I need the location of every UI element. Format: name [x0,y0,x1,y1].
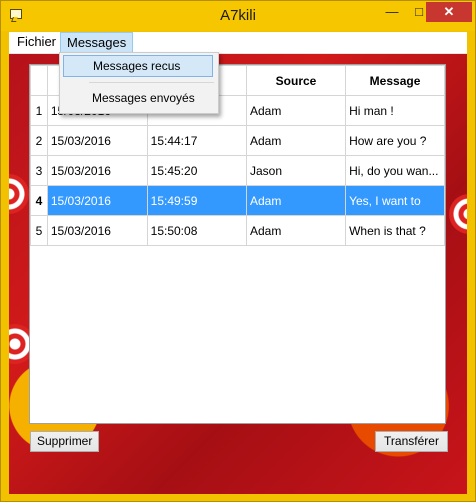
menu-messages[interactable]: Messages [60,32,134,53]
transfer-button[interactable]: Transférer [375,431,448,452]
messages-dropdown-menu: Messages recus Messages envoyés [59,52,219,114]
messages-grid[interactable]: Source Message 1 15/03/2016 Adam Hi man … [29,64,446,424]
menu-separator [89,82,214,83]
target-decoration [9,174,29,214]
time-cell[interactable]: 15:49:59 [146,185,247,216]
message-cell[interactable]: How are you ? [345,125,445,156]
app-window: A7kili — □ ✕ Fichier Messages Source Mes… [0,0,476,502]
table-row[interactable]: 2 15/03/2016 15:44:17 Adam How are you ? [30,125,445,156]
source-column-header[interactable]: Source [245,65,347,96]
background-artwork: Source Message 1 15/03/2016 Adam Hi man … [9,54,467,494]
close-button[interactable]: ✕ [426,2,472,22]
time-cell[interactable]: 15:45:20 [146,155,247,186]
menu-bar: Fichier Messages [9,32,467,54]
row-index[interactable]: 1 [30,95,48,126]
menu-item-messages-envoyes[interactable]: Messages envoyés [63,87,213,109]
source-cell[interactable]: Jason [245,155,347,186]
message-cell[interactable]: Hi man ! [345,95,445,126]
date-cell[interactable]: 15/03/2016 [46,215,148,246]
minimize-button[interactable]: — [379,2,405,22]
time-cell[interactable]: 15:50:08 [146,215,247,246]
row-index[interactable]: 3 [30,155,48,186]
date-cell[interactable]: 15/03/2016 [46,155,148,186]
source-cell[interactable]: Adam [245,185,347,216]
row-header-column[interactable] [30,65,48,96]
row-index[interactable]: 5 [30,215,48,246]
source-cell[interactable]: Adam [245,215,347,246]
title-bar[interactable]: A7kili — □ ✕ [1,1,475,31]
message-column-header[interactable]: Message [345,65,445,96]
message-cell[interactable]: Hi, do you wan... [345,155,445,186]
row-index[interactable]: 2 [30,125,48,156]
target-decoration [449,194,467,234]
date-cell[interactable]: 15/03/2016 [46,125,148,156]
row-index[interactable]: 4 [30,185,48,216]
table-row[interactable]: 5 15/03/2016 15:50:08 Adam When is that … [30,215,445,246]
table-row[interactable]: 3 15/03/2016 15:45:20 Jason Hi, do you w… [30,155,445,186]
source-cell[interactable]: Adam [245,95,347,126]
menu-item-messages-recus[interactable]: Messages recus [63,55,213,77]
delete-button[interactable]: Supprimer [30,431,99,452]
source-cell[interactable]: Adam [245,125,347,156]
time-cell[interactable]: 15:44:17 [146,125,247,156]
message-cell[interactable]: When is that ? [345,215,445,246]
date-cell[interactable]: 15/03/2016 [46,185,148,216]
message-cell[interactable]: Yes, I want to [345,185,445,216]
menu-fichier[interactable]: Fichier [11,32,62,52]
table-row-selected[interactable]: 4 15/03/2016 15:49:59 Adam Yes, I want t… [30,185,445,216]
